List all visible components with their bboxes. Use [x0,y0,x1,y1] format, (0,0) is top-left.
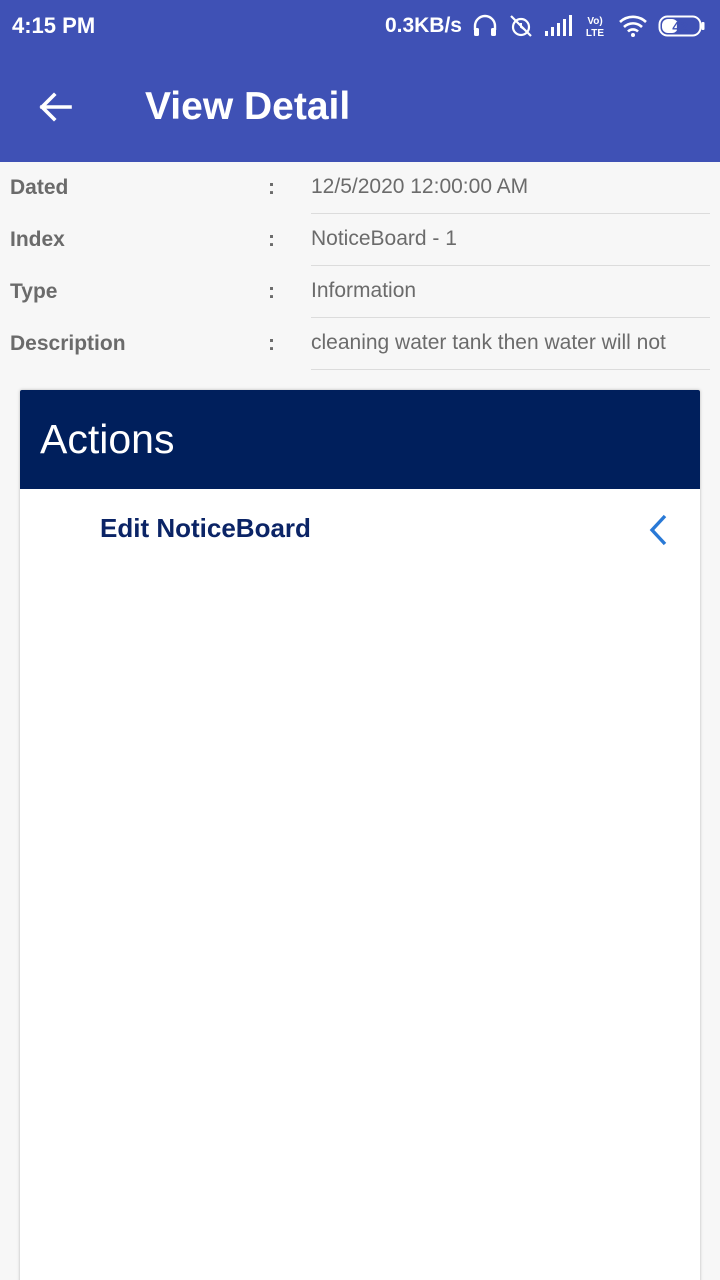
app-bar: 4:15 PM 0.3KB/s Vo) LTE 42 View Detail [0,0,720,162]
status-icons: 0.3KB/s Vo) LTE 42 [385,13,706,39]
detail-row-description: Description : cleaning water tank then w… [0,318,720,370]
arrow-left-icon [39,92,72,122]
detail-value: Information [311,279,417,302]
alarm-off-icon [508,13,534,39]
actions-title: Actions [40,416,175,462]
back-button[interactable] [28,80,82,134]
svg-text:LTE: LTE [586,28,604,39]
detail-label: Type [10,280,58,303]
status-bar: 4:15 PM 0.3KB/s Vo) LTE 42 [0,0,720,52]
edit-noticeboard-button[interactable]: Edit NoticeBoard [20,489,700,573]
battery-icon: 42 [658,14,706,38]
detail-label: Dated [10,176,69,199]
toolbar: View Detail [0,52,720,162]
svg-text:Vo): Vo) [587,16,602,27]
actions-header: Actions [20,390,700,489]
headphones-icon [472,14,498,38]
detail-list: Dated : 12/5/2020 12:00:00 AM Index : No… [0,162,720,370]
detail-separator: : [268,280,275,303]
detail-value: 12/5/2020 12:00:00 AM [311,175,529,198]
volte-icon: Vo) LTE [582,13,608,39]
status-time: 4:15 PM [12,13,96,38]
detail-separator: : [268,176,275,199]
detail-value: NoticeBoard - 1 [311,227,457,250]
detail-row-type: Type : Information [0,266,720,318]
detail-label: Index [10,228,65,251]
detail-separator: : [268,228,275,251]
action-label: Edit NoticeBoard [100,513,311,543]
detail-separator: : [268,332,275,355]
battery-level: 42 [672,19,688,35]
detail-label: Description [10,332,126,355]
detail-value: cleaning water tank then water will not [311,331,666,354]
divider [311,369,710,370]
page-title: View Detail [145,85,351,128]
signal-icon [544,15,572,37]
detail-row-dated: Dated : 12/5/2020 12:00:00 AM [0,162,720,214]
network-speed: 0.3KB/s [384,14,462,37]
detail-row-index: Index : NoticeBoard - 1 [0,214,720,266]
chevron-left-icon [649,514,667,546]
wifi-icon [618,15,648,37]
actions-card: Actions Edit NoticeBoard [20,390,700,1280]
